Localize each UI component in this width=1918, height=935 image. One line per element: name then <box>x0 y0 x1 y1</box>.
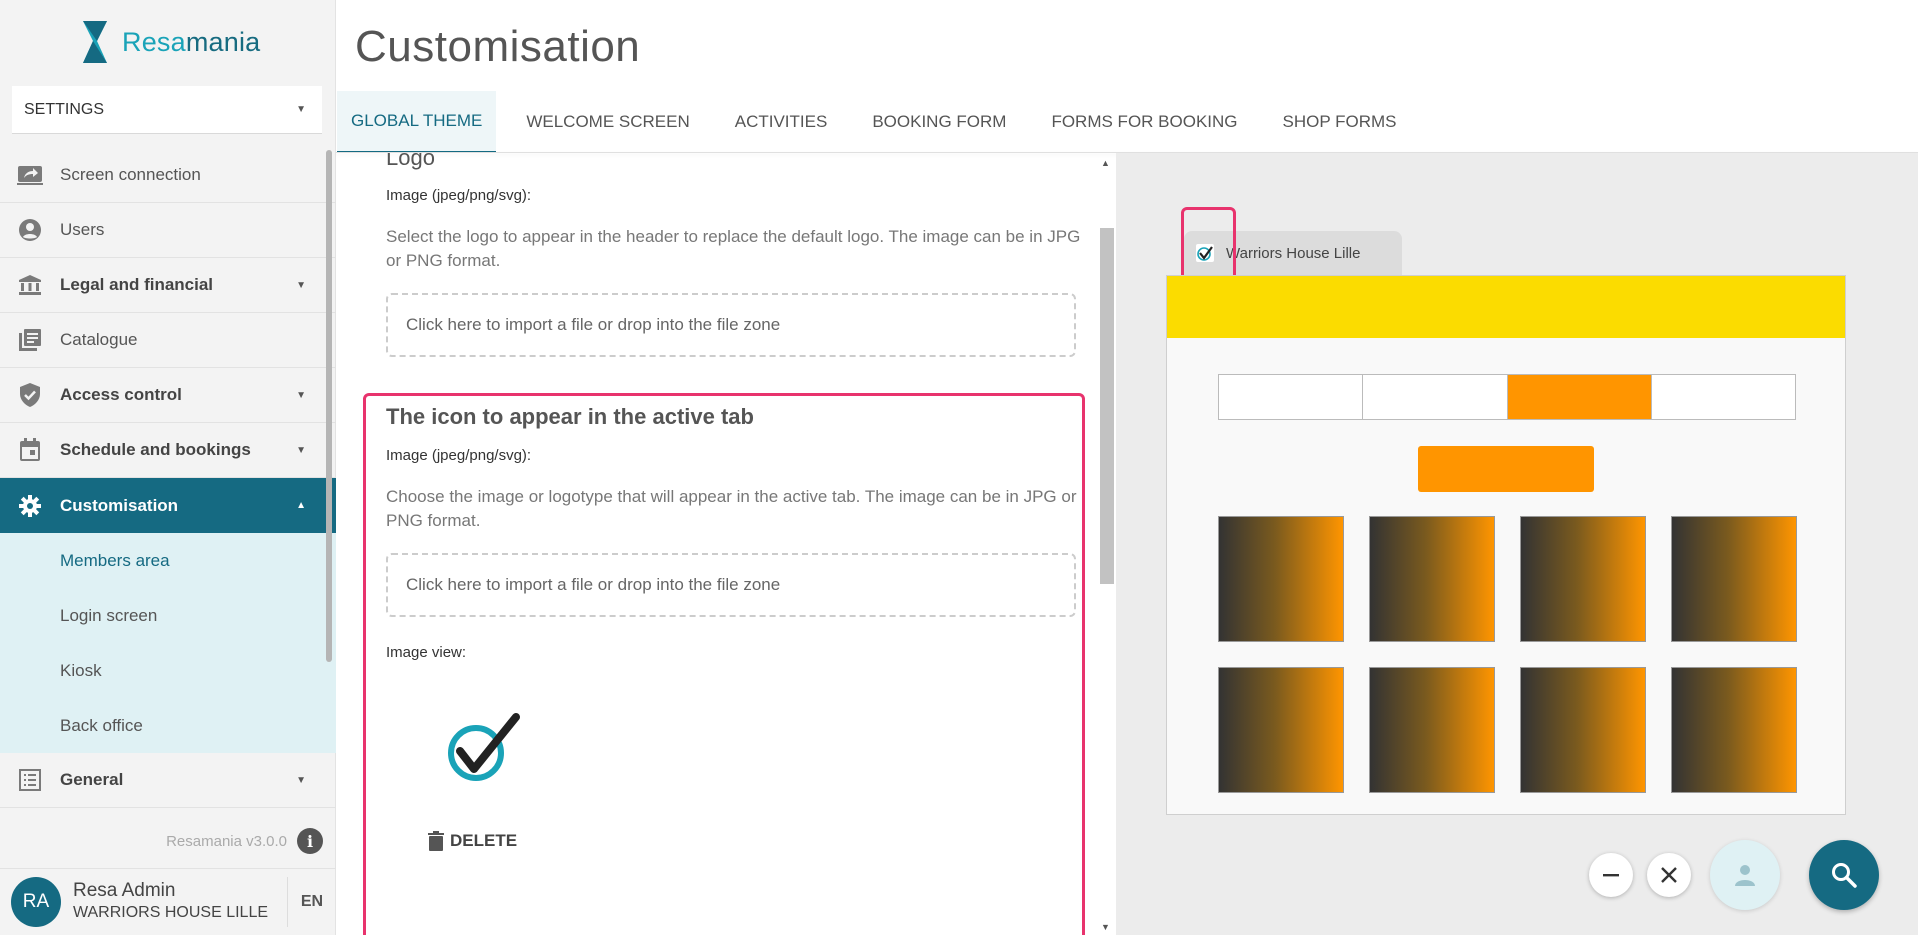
sidebar-item-schedule-bookings[interactable]: Schedule and bookings ▼ <box>0 423 336 478</box>
sidebar-subitem-back-office[interactable]: Back office <box>0 698 336 753</box>
active-tab-image-label: Image (jpeg/png/svg): <box>386 447 532 464</box>
delete-button[interactable]: DELETE <box>428 831 517 851</box>
preview-tile <box>1369 516 1495 642</box>
theme-preview: Warriors House Lille <box>1116 153 1918 935</box>
app-logo[interactable]: Resamania <box>80 18 260 66</box>
app-version: Resamania v3.0.0 i <box>166 828 323 854</box>
page-title: Customisation <box>355 22 641 71</box>
tab-welcome-screen[interactable]: WELCOME SCREEN <box>512 91 703 153</box>
preview-tile <box>1671 667 1797 793</box>
info-icon[interactable]: i <box>297 828 323 854</box>
tab-booking-form[interactable]: BOOKING FORM <box>858 91 1020 153</box>
minus-icon <box>1603 874 1619 877</box>
chevron-down-icon: ▼ <box>296 279 306 291</box>
preview-tile <box>1218 667 1344 793</box>
search-fab-button[interactable] <box>1809 840 1879 910</box>
sidebar-subitem-kiosk[interactable]: Kiosk <box>0 643 336 698</box>
preview-tile <box>1520 667 1646 793</box>
avatar[interactable]: RA <box>11 877 61 927</box>
bank-icon <box>0 274 60 296</box>
tab-forms-for-booking[interactable]: FORMS FOR BOOKING <box>1037 91 1251 153</box>
preview-segment <box>1219 375 1364 419</box>
language-switcher[interactable]: EN <box>287 877 336 927</box>
user-name: Resa Admin <box>73 880 176 901</box>
person-icon <box>1735 865 1755 886</box>
scroll-up-icon[interactable]: ▲ <box>1101 158 1110 168</box>
chevron-up-icon: ▲ <box>296 500 306 511</box>
active-tab-icon-title: The icon to appear in the active tab <box>386 404 754 429</box>
sidebar-item-users[interactable]: Users <box>0 203 336 258</box>
preview-header-banner <box>1167 276 1845 338</box>
chevron-down-icon: ▼ <box>296 104 306 115</box>
user-panel[interactable]: RA Resa Admin WARRIORS HOUSE LILLE EN <box>0 868 336 935</box>
preview-tile <box>1369 667 1495 793</box>
resamania-logo-icon <box>83 21 107 63</box>
calendar-icon <box>0 438 60 462</box>
screen-share-icon <box>0 165 60 185</box>
preview-segment <box>1363 375 1508 419</box>
sidebar-subitem-login-screen[interactable]: Login screen <box>0 588 336 643</box>
preview-tile <box>1218 516 1344 642</box>
sidebar-subitem-members-area[interactable]: Members area <box>0 533 336 588</box>
sidebar-item-screen-connection[interactable]: Screen connection <box>0 148 336 203</box>
list-icon <box>0 769 60 791</box>
preview-segment-active <box>1507 375 1652 419</box>
sidebar-item-access-control[interactable]: Access control ▼ <box>0 368 336 423</box>
account-circle-icon <box>0 218 60 242</box>
tab-activities[interactable]: ACTIVITIES <box>721 91 842 153</box>
sidebar-item-customisation[interactable]: Customisation ▲ <box>0 478 336 533</box>
gear-icon <box>0 494 60 518</box>
sidebar-item-general[interactable]: General ▼ <box>0 753 336 808</box>
section-select[interactable]: SETTINGS ▼ <box>12 86 322 134</box>
logo-section-title: Logo <box>386 153 435 170</box>
catalogue-icon <box>0 328 60 352</box>
theme-form: Logo Image (jpeg/png/svg): Select the lo… <box>336 153 1095 935</box>
preview-tile <box>1520 516 1646 642</box>
form-scrollbar-thumb[interactable] <box>1100 228 1114 584</box>
preview-tile <box>1671 516 1797 642</box>
image-view-label: Image view: <box>386 644 467 661</box>
logo-help-text: Select the logo to appear in the header … <box>386 227 1081 270</box>
trash-icon <box>428 831 444 851</box>
checkmark-preview-icon <box>448 713 520 781</box>
logo-image-label: Image (jpeg/png/svg): <box>386 187 532 204</box>
user-club: WARRIORS HOUSE LILLE <box>73 904 269 921</box>
tab-shop-forms[interactable]: SHOP FORMS <box>1269 91 1411 153</box>
shield-check-icon <box>0 382 60 408</box>
chevron-down-icon: ▼ <box>296 444 306 456</box>
customisation-submenu: Members area Login screen Kiosk Back off… <box>0 533 336 753</box>
preview-segment <box>1652 375 1795 419</box>
tab-bar: GLOBAL THEME WELCOME SCREEN ACTIVITIES B… <box>337 91 1428 153</box>
chevron-down-icon: ▼ <box>296 389 306 401</box>
sidebar: Resamania SETTINGS ▼ Screen connection U… <box>0 0 336 935</box>
sidebar-item-catalogue[interactable]: Catalogue <box>0 313 336 368</box>
close-button[interactable] <box>1647 853 1691 897</box>
logo-file-dropzone[interactable]: Click here to import a file or drop into… <box>386 293 1076 357</box>
active-tab-file-dropzone[interactable]: Click here to import a file or drop into… <box>386 553 1076 617</box>
highlight-active-tab-section <box>363 393 1085 935</box>
search-icon <box>1832 863 1857 888</box>
preview-frame <box>1166 275 1846 815</box>
sidebar-scrollbar[interactable] <box>326 150 332 662</box>
active-tab-help-text: Choose the image or logotype that will a… <box>386 487 1077 530</box>
preview-segmented-control <box>1218 374 1796 420</box>
preview-tile-grid <box>1218 516 1798 793</box>
close-icon <box>1661 867 1677 883</box>
sidebar-item-legal-financial[interactable]: Legal and financial ▼ <box>0 258 336 313</box>
user-fab-button[interactable] <box>1710 840 1780 910</box>
chevron-down-icon: ▼ <box>296 774 306 786</box>
preview-button <box>1418 446 1594 492</box>
tab-global-theme[interactable]: GLOBAL THEME <box>337 91 497 153</box>
logo-text: Resamania <box>122 26 261 57</box>
minimize-button[interactable] <box>1589 853 1633 897</box>
scroll-down-icon[interactable]: ▼ <box>1101 922 1110 932</box>
sidebar-menu: Screen connection Users Legal and financ… <box>0 148 336 818</box>
section-select-value: SETTINGS <box>24 100 105 118</box>
